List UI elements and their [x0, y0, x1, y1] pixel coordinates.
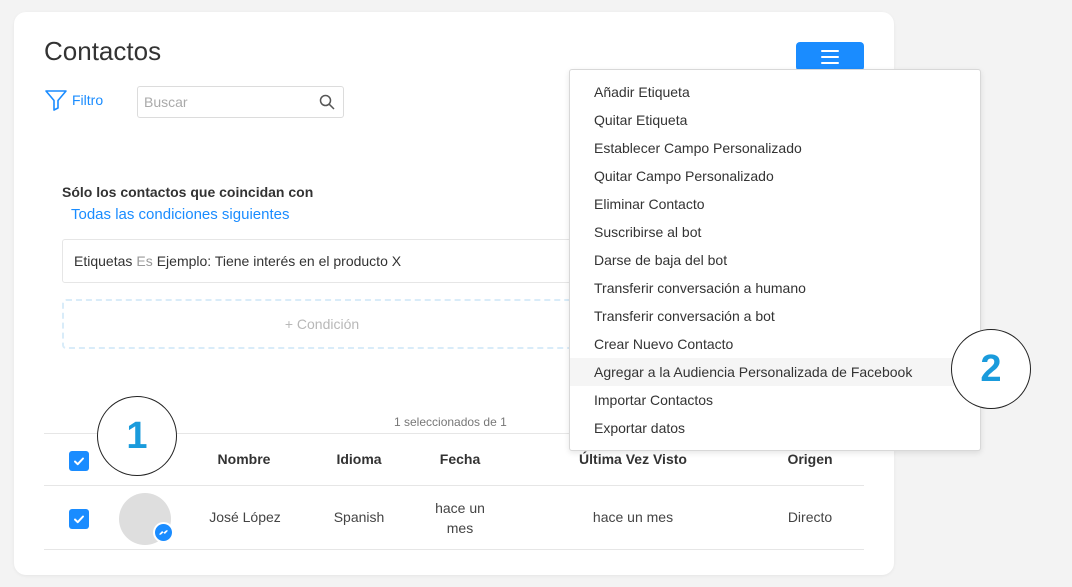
- menu-item-transfer-to-bot[interactable]: Transferir conversación a bot: [570, 302, 980, 330]
- search-icon[interactable]: [319, 94, 335, 110]
- condition-field: Etiquetas: [74, 253, 133, 269]
- menu-item-unsubscribe-bot[interactable]: Darse de baja del bot: [570, 246, 980, 274]
- match-mode-link[interactable]: Todas las condiciones siguientes: [71, 206, 289, 223]
- actions-dropdown-menu: Añadir Etiqueta Quitar Etiqueta Establec…: [569, 69, 981, 451]
- contact-name[interactable]: José López: [195, 509, 295, 525]
- menu-item-import-contacts[interactable]: Importar Contactos: [570, 386, 980, 414]
- menu-item-remove-custom-field[interactable]: Quitar Campo Personalizado: [570, 162, 980, 190]
- page-title: Contactos: [44, 36, 162, 66]
- condition-value: Ejemplo: Tiene interés en el producto X: [156, 253, 402, 269]
- contact-last-seen: hace un mes: [592, 509, 674, 525]
- menu-item-add-facebook-audience[interactable]: Agregar a la Audiencia Personalizada de …: [570, 358, 980, 386]
- column-header-name[interactable]: Nombre: [204, 451, 284, 467]
- callout-marker-1: 1: [97, 396, 177, 476]
- check-icon: [74, 457, 84, 466]
- menu-item-subscribe-bot[interactable]: Suscribirse al bot: [570, 218, 980, 246]
- search-input[interactable]: [144, 94, 319, 110]
- column-header-date[interactable]: Fecha: [420, 451, 500, 467]
- conditions-heading: Sólo los contactos que coincidan con: [62, 184, 314, 200]
- selected-count: 1 seleccionados de 1: [394, 415, 507, 429]
- menu-item-create-contact[interactable]: Crear Nuevo Contacto: [570, 330, 980, 358]
- add-condition-button[interactable]: + Condición: [62, 299, 582, 349]
- column-header-last-seen[interactable]: Última Vez Visto: [553, 451, 713, 467]
- contact-language: Spanish: [333, 509, 385, 525]
- column-header-language[interactable]: Idioma: [319, 451, 399, 467]
- contact-date-line1: hace un: [435, 500, 485, 516]
- callout-marker-2: 2: [951, 329, 1031, 409]
- check-icon: [74, 515, 84, 524]
- hamburger-icon: [821, 49, 839, 64]
- menu-item-set-custom-field[interactable]: Establecer Campo Personalizado: [570, 134, 980, 162]
- condition-rule[interactable]: Etiquetas Es Ejemplo: Tiene interés en e…: [62, 239, 582, 283]
- search-box[interactable]: [137, 86, 344, 118]
- column-header-origin[interactable]: Origen: [770, 451, 850, 467]
- menu-item-add-tag[interactable]: Añadir Etiqueta: [570, 78, 980, 106]
- contact-origin: Directo: [787, 509, 833, 525]
- filter-label: Filtro: [72, 92, 104, 108]
- table-bottom-divider: [44, 549, 864, 550]
- menu-item-delete-contact[interactable]: Eliminar Contacto: [570, 190, 980, 218]
- row-checkbox[interactable]: [69, 509, 89, 529]
- funnel-icon: [45, 90, 67, 111]
- select-all-checkbox[interactable]: [69, 451, 89, 471]
- actions-menu-button[interactable]: [796, 42, 864, 71]
- channel-badge: [153, 522, 174, 543]
- messenger-icon: [158, 530, 169, 535]
- filter-button[interactable]: Filtro: [44, 88, 103, 112]
- table-header-divider: [44, 485, 864, 486]
- menu-item-transfer-to-human[interactable]: Transferir conversación a humano: [570, 274, 980, 302]
- condition-operator: Es: [136, 253, 153, 269]
- contact-date-line2: mes: [446, 520, 474, 536]
- contact-date: hace un mes: [420, 498, 500, 538]
- menu-item-export-data[interactable]: Exportar datos: [570, 414, 980, 442]
- menu-item-remove-tag[interactable]: Quitar Etiqueta: [570, 106, 980, 134]
